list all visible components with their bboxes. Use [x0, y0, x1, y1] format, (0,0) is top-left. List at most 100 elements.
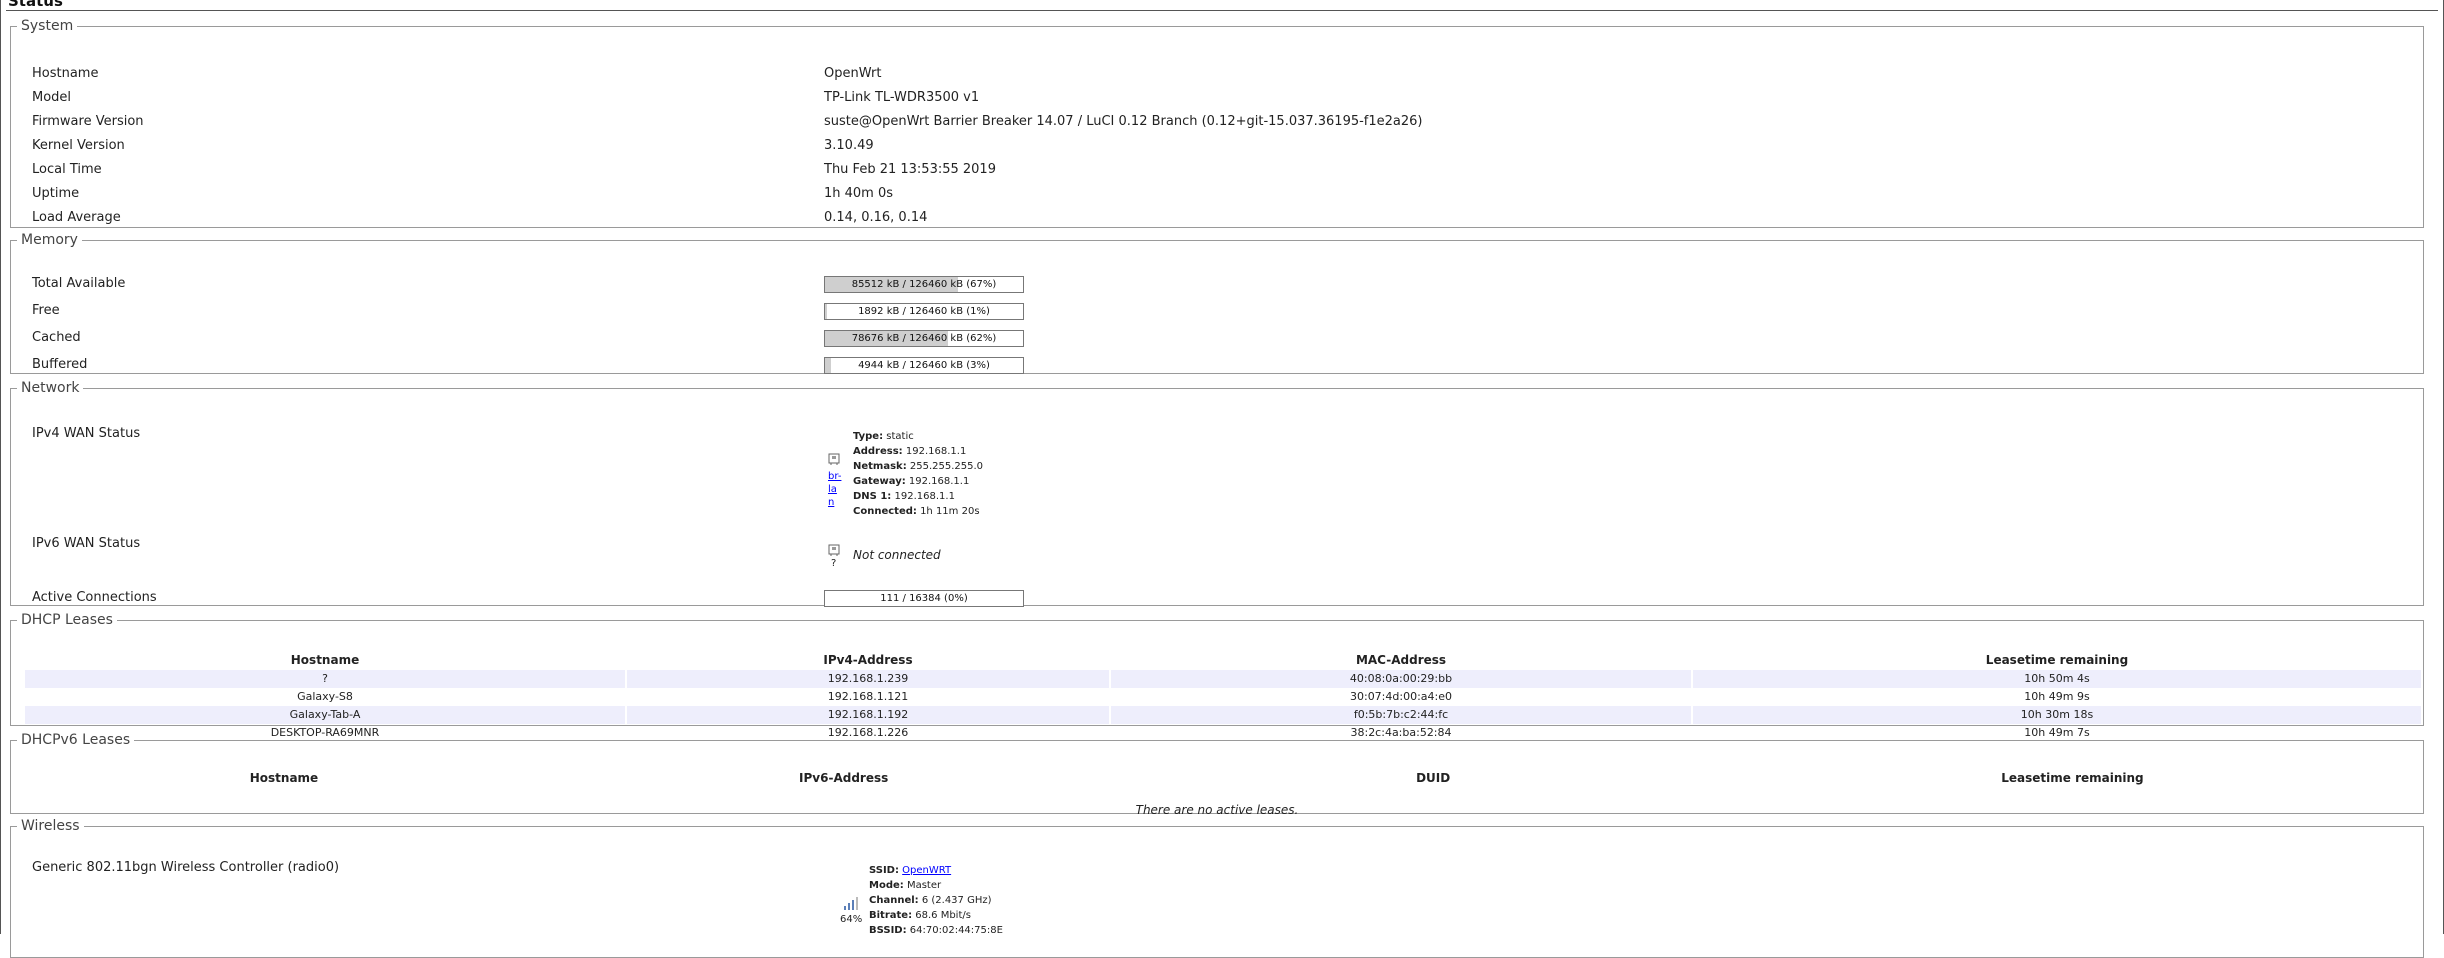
- loadavg-value: 0.14, 0.16, 0.14: [824, 210, 928, 225]
- localtime-value: Thu Feb 21 13:53:55 2019: [824, 162, 996, 177]
- free-bar: 1892 kB / 126460 kB (1%): [824, 303, 1024, 320]
- system-section: System Hostname OpenWrt Model TP-Link TL…: [10, 18, 2424, 228]
- buffered-text: 4944 kB / 126460 kB (3%): [858, 360, 990, 371]
- wifi-ssid: SSID: OpenWRT: [869, 863, 1003, 878]
- wifi-channel-value: 6 (2.437 GHz): [918, 895, 992, 906]
- radio-label: Generic 802.11bgn Wireless Controller (r…: [32, 860, 340, 875]
- dhcpv6-leases-section: DHCPv6 Leases Hostname IPv6-Address DUID…: [10, 732, 2424, 817]
- hostname-value: OpenWrt: [824, 66, 882, 81]
- title-divider: [6, 10, 2438, 11]
- ipv4-type-key: Type:: [853, 431, 884, 442]
- ipv4-gateway-key: Gateway:: [853, 476, 906, 487]
- cached-bar: 78676 kB / 126460 kB (62%): [824, 330, 1024, 347]
- lease-mac: f0:5b:7b:c2:44:fc: [1111, 706, 1691, 724]
- ipv6-status: Not connected: [853, 548, 941, 562]
- lease-mac: 30:07:4d:00:a4:e0: [1349, 690, 1452, 703]
- dhcp-leases-table: Hostname IPv4-Address MAC-Address Leaset…: [23, 650, 2423, 742]
- ipv4-address: Address: 192.168.1.1: [853, 444, 983, 459]
- wireless-section: Wireless Generic 802.11bgn Wireless Cont…: [10, 818, 2424, 958]
- wifi-bitrate-value: 68.6 Mbit/s: [912, 910, 971, 921]
- lease-ipv4: 192.168.1.192: [627, 706, 1109, 724]
- kernel-value: 3.10.49: [824, 138, 874, 153]
- ssid-link[interactable]: OpenWRT: [902, 865, 951, 876]
- network-section: Network IPv4 WAN Status br-lan Type: sta…: [10, 380, 2424, 607]
- ipv4-type-value: static: [883, 431, 914, 442]
- ipv4-connected: Connected: 1h 11m 20s: [853, 504, 983, 519]
- free-text: 1892 kB / 126460 kB (1%): [858, 306, 990, 317]
- left-border: [0, 0, 1, 934]
- active-connections-text: 111 / 16384 (0%): [880, 593, 968, 604]
- wifi-channel: Channel: 6 (2.437 GHz): [869, 893, 1003, 908]
- free-label: Free: [32, 303, 60, 318]
- ipv4-netmask: Netmask: 255.255.255.0: [853, 459, 983, 474]
- active-connections-label: Active Connections: [32, 590, 157, 605]
- dhcp-leases-legend: DHCP Leases: [21, 612, 113, 628]
- dhcpv6-leases-table: Hostname IPv6-Address DUID Leasetime rem…: [23, 768, 2423, 788]
- lease-hostname: Galaxy-Tab-A: [25, 706, 625, 724]
- dhcp-header-row: Hostname IPv4-Address MAC-Address Leaset…: [25, 650, 2421, 670]
- ipv4-wan-label: IPv4 WAN Status: [32, 426, 141, 441]
- dhcpv6-leases-legend: DHCPv6 Leases: [21, 732, 131, 748]
- ethernet-port-icon: [828, 453, 840, 465]
- ipv4-connected-key: Connected:: [853, 506, 917, 517]
- loadavg-label: Load Average: [32, 210, 121, 225]
- col-leasetime: Leasetime remaining: [2001, 771, 2144, 785]
- firmware-label: Firmware Version: [32, 114, 144, 129]
- wifi-channel-key: Channel:: [869, 895, 919, 906]
- ipv4-dns: DNS 1: 192.168.1.1: [853, 489, 983, 504]
- wifi-mode-value: Master: [903, 880, 942, 891]
- ipv6-wan-label: IPv6 WAN Status: [32, 536, 141, 551]
- table-row: ? 192.168.1.239 40:08:0a:00:29:bb 10h 50…: [25, 670, 2421, 688]
- dhcp-leases-section: DHCP Leases Hostname IPv4-Address MAC-Ad…: [10, 612, 2424, 739]
- ipv4-dns-key: DNS 1:: [853, 491, 892, 502]
- col-duid: DUID: [1416, 771, 1451, 785]
- ipv4-connected-value: 1h 11m 20s: [916, 506, 980, 517]
- wireless-legend: Wireless: [21, 818, 80, 834]
- wifi-bssid-key: BSSID:: [869, 925, 907, 936]
- signal-strength-icon: [844, 897, 858, 910]
- lease-ipv4: 192.168.1.239: [627, 670, 1109, 688]
- total-available-bar: 85512 kB / 126460 kB (67%): [824, 276, 1024, 293]
- ipv4-dns-value: 192.168.1.1: [891, 491, 955, 502]
- col-ipv4: IPv4-Address: [823, 653, 913, 667]
- lease-time: 10h 50m 4s: [1693, 670, 2421, 688]
- ipv6-interface-name: ?: [831, 558, 837, 569]
- total-available-text: 85512 kB / 126460 kB (67%): [851, 279, 997, 290]
- buffered-label: Buffered: [32, 357, 88, 372]
- wifi-mode-key: Mode:: [869, 880, 904, 891]
- firmware-value: suste@OpenWrt Barrier Breaker 14.07 / Lu…: [824, 114, 1423, 129]
- ipv4-details: Type: static Address: 192.168.1.1 Netmas…: [853, 429, 983, 519]
- total-available-label: Total Available: [32, 276, 126, 291]
- lease-ipv4: 192.168.1.121: [827, 690, 909, 703]
- active-connections-bar: 111 / 16384 (0%): [824, 590, 1024, 607]
- signal-percent: 64%: [840, 914, 863, 925]
- col-ipv6: IPv6-Address: [799, 771, 889, 785]
- cached-label: Cached: [32, 330, 81, 345]
- model-label: Model: [32, 90, 72, 105]
- lease-mac: 40:08:0a:00:29:bb: [1111, 670, 1691, 688]
- table-row: Galaxy-S8 192.168.1.121 30:07:4d:00:a4:e…: [25, 688, 2421, 706]
- wifi-bitrate-key: Bitrate:: [869, 910, 913, 921]
- lease-time: 10h 30m 18s: [1693, 706, 2421, 724]
- wifi-bitrate: Bitrate: 68.6 Mbit/s: [869, 908, 1003, 923]
- lease-hostname: Galaxy-S8: [297, 690, 353, 703]
- lease-hostname: ?: [25, 670, 625, 688]
- page-title: Status: [8, 0, 63, 10]
- dhcpv6-header-row: Hostname IPv6-Address DUID Leasetime rem…: [25, 768, 2421, 788]
- localtime-label: Local Time: [32, 162, 102, 177]
- col-mac: MAC-Address: [1355, 653, 1447, 667]
- col-hostname: Hostname: [249, 771, 319, 785]
- col-hostname: Hostname: [290, 653, 360, 667]
- ipv4-gateway: Gateway: 192.168.1.1: [853, 474, 983, 489]
- kernel-label: Kernel Version: [32, 138, 125, 153]
- ipv4-gateway-value: 192.168.1.1: [905, 476, 970, 487]
- ipv4-address-value: 192.168.1.1: [902, 446, 967, 457]
- wifi-bssid: BSSID: 64:70:02:44:75:8E: [869, 923, 1003, 938]
- lease-time: 10h 49m 9s: [2024, 690, 2090, 703]
- memory-legend: Memory: [21, 232, 78, 248]
- ipv4-interface-link[interactable]: br-lan: [828, 470, 842, 509]
- model-value: TP-Link TL-WDR3500 v1: [824, 90, 980, 105]
- uptime-label: Uptime: [32, 186, 80, 201]
- table-row: Galaxy-Tab-A 192.168.1.192 f0:5b:7b:c2:4…: [25, 706, 2421, 724]
- system-legend: System: [21, 18, 74, 34]
